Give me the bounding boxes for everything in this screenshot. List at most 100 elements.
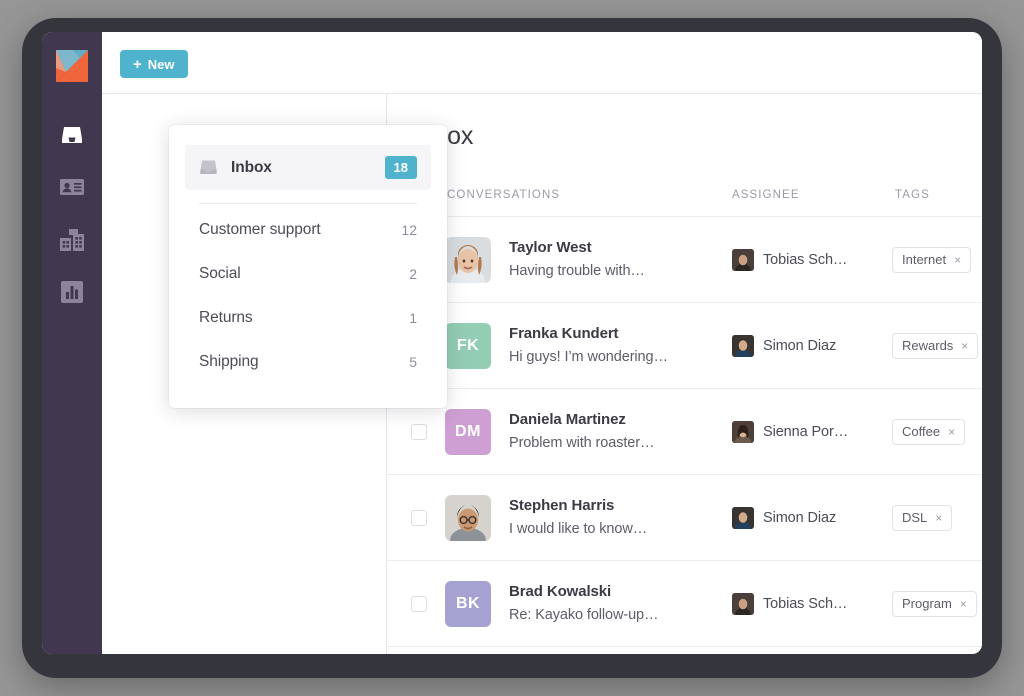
inbox-dropdown-panel: Inbox 18 Customer support 12 Social 2 Return… [169, 125, 447, 408]
conversation-snippet: Having trouble with… [509, 262, 645, 279]
assignee-name: Tobias Sch… [763, 251, 848, 268]
close-icon[interactable]: × [935, 511, 942, 525]
conversation-name: Taylor West [509, 238, 592, 256]
conversation-snippet: Re: Kayako follow-up… [509, 606, 659, 623]
assignee-cell[interactable]: Simon Diaz [732, 334, 837, 357]
close-icon[interactable]: × [960, 597, 967, 611]
column-header-tags: TAGS [895, 189, 930, 201]
tags-cell: Coffee × [892, 418, 966, 445]
inbox-icon [199, 159, 218, 176]
avatar [445, 236, 491, 283]
tag-pill[interactable]: Rewards × [892, 332, 979, 359]
assignee-avatar [732, 248, 754, 271]
inbox-count-badge: 18 [384, 156, 417, 179]
assignee-name: Sienna Por… [763, 423, 849, 440]
tags-cell: DSL × [892, 504, 953, 531]
panel-folder-item[interactable]: Social 2 [185, 252, 431, 296]
rail-item-inbox[interactable] [56, 120, 88, 150]
conversation-cell: Stephen Harris I would like to know… [509, 495, 647, 541]
tag-label: Internet [902, 252, 947, 267]
row-checkbox[interactable] [411, 509, 427, 526]
conversation-snippet: I would like to know… [509, 520, 648, 537]
panel-folder-count: 2 [409, 266, 417, 282]
conversation-snippet: Hi guys! I’m wondering… [509, 348, 668, 365]
tag-label: Program [902, 596, 952, 611]
table-row[interactable]: Stephen Harris I would like to know… Simon… [387, 475, 982, 561]
assignee-cell[interactable]: Tobias Sch… [732, 248, 848, 271]
conversation-list-pane: Inbox CONVERSATIONS ASSIGNEE TAGS Taylor… [387, 94, 982, 654]
panel-inbox-label: Inbox [231, 158, 272, 176]
conversation-snippet: Problem with roaster… [509, 434, 655, 451]
avatar-initials: DM [455, 422, 481, 440]
conversation-name: Brad Kowalski [509, 582, 612, 600]
panel-folder-count: 5 [409, 354, 417, 370]
tags-cell: Rewards × [892, 332, 979, 359]
row-checkbox[interactable] [411, 423, 427, 440]
conversation-cell: Taylor West Having trouble with… [509, 237, 645, 283]
avatar [445, 494, 491, 541]
avatar: DM [445, 408, 491, 455]
rail-item-reports[interactable] [56, 277, 88, 307]
table-row[interactable]: DM Daniela Martinez Problem with roaster… S… [387, 389, 982, 475]
tag-pill[interactable]: Program × [892, 590, 977, 617]
assignee-avatar [732, 334, 754, 357]
panel-folder-item[interactable]: Returns 1 [185, 296, 431, 340]
kayako-logo-icon[interactable] [54, 48, 90, 84]
top-toolbar: + New [102, 32, 982, 94]
assignee-name: Simon Diaz [763, 509, 837, 526]
assignee-cell[interactable]: Simon Diaz [732, 506, 837, 529]
tag-label: Rewards [902, 338, 954, 353]
panel-item-inbox[interactable]: Inbox 18 [185, 145, 431, 190]
tags-cell: Program × [892, 590, 977, 617]
panel-folder-list: Customer support 12 Social 2 Returns 1 Shippin… [185, 208, 431, 384]
tags-cell: Internet × [892, 246, 972, 273]
organizations-icon [59, 228, 85, 252]
inbox-icon [60, 124, 84, 146]
conversation-cell: Brad Kowalski Re: Kayako follow-up… [509, 581, 659, 627]
panel-folder-item[interactable]: Customer support 12 [185, 208, 431, 252]
column-headers: CONVERSATIONS ASSIGNEE TAGS [387, 179, 982, 217]
plus-icon: + [133, 55, 142, 73]
tag-pill[interactable]: Internet × [892, 246, 972, 273]
column-header-conversations: CONVERSATIONS [447, 189, 561, 201]
tag-label: Coffee [902, 424, 941, 439]
rail-item-contacts[interactable] [56, 172, 88, 202]
panel-folder-label: Returns [199, 309, 253, 326]
table-row[interactable]: BK Brad Kowalski Re: Kayako follow-up… Tobi… [387, 561, 982, 647]
tag-label: DSL [902, 510, 928, 525]
tag-pill[interactable]: DSL × [892, 504, 953, 531]
device-frame: + New Inbox CONVERSATIONS ASSIGNEE TAGS … [22, 18, 1002, 678]
row-checkbox[interactable] [411, 595, 427, 612]
app-screen: + New Inbox CONVERSATIONS ASSIGNEE TAGS … [42, 32, 982, 654]
table-row[interactable]: FK Franka Kundert Hi guys! I’m wondering… S… [387, 303, 982, 389]
assignee-avatar [732, 592, 754, 615]
close-icon[interactable]: × [948, 425, 955, 439]
panel-folder-count: 1 [409, 310, 417, 326]
panel-folder-item[interactable]: Shipping 5 [185, 340, 431, 384]
avatar-initials: BK [455, 594, 481, 612]
panel-folder-label: Customer support [199, 221, 321, 238]
assignee-cell[interactable]: Tobias Sch… [732, 592, 847, 615]
close-icon[interactable]: × [961, 339, 968, 353]
assignee-avatar [732, 506, 754, 529]
sidebar-rail [42, 32, 102, 654]
conversation-cell: Daniela Martinez Problem with roaster… [509, 409, 654, 455]
close-icon[interactable]: × [954, 253, 961, 267]
panel-folder-label: Social [199, 265, 241, 282]
panel-folder-label: Shipping [199, 353, 259, 370]
table-row[interactable]: Taylor West Having trouble with… Tobias Sc… [387, 217, 982, 303]
conversation-name: Stephen Harris [509, 496, 615, 514]
avatar: BK [445, 580, 491, 627]
panel-folder-count: 12 [401, 222, 417, 238]
assignee-cell[interactable]: Sienna Por… [732, 420, 849, 443]
assignee-avatar [732, 420, 754, 443]
new-button[interactable]: + New [120, 50, 188, 78]
avatar-initials: FK [456, 336, 480, 354]
contact-card-icon [59, 177, 85, 197]
bar-chart-icon [60, 280, 84, 304]
assignee-name: Simon Diaz [763, 337, 837, 354]
conversation-cell: Franka Kundert Hi guys! I’m wondering… [509, 323, 668, 369]
tag-pill[interactable]: Coffee × [892, 418, 966, 445]
avatar: FK [445, 322, 491, 369]
rail-item-organizations[interactable] [56, 225, 88, 255]
